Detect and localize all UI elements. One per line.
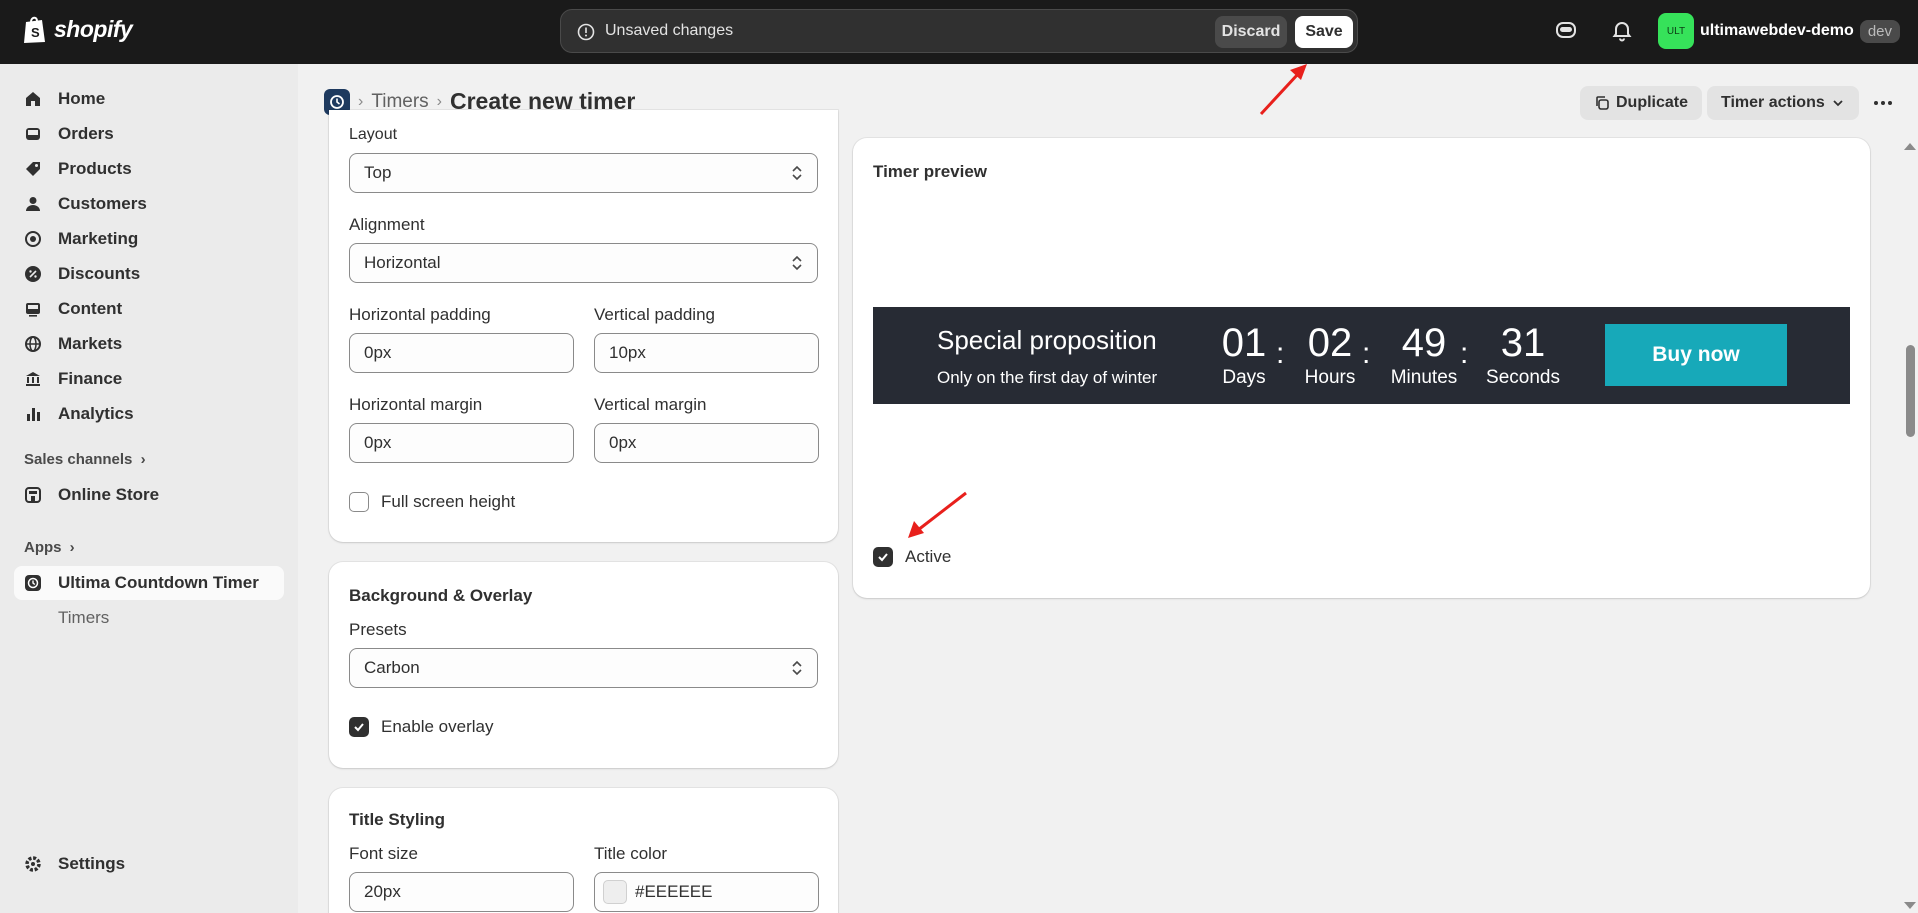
scroll-up-arrow-icon[interactable] bbox=[1904, 143, 1916, 150]
arrow-to-active-icon bbox=[908, 491, 967, 538]
arrow-to-save-icon bbox=[1259, 64, 1307, 116]
annotation-arrows bbox=[908, 64, 1307, 538]
scroll-down-arrow-icon[interactable] bbox=[1904, 902, 1916, 909]
page-scrollbar[interactable] bbox=[1902, 140, 1918, 913]
scrollbar-thumb[interactable] bbox=[1906, 345, 1915, 437]
